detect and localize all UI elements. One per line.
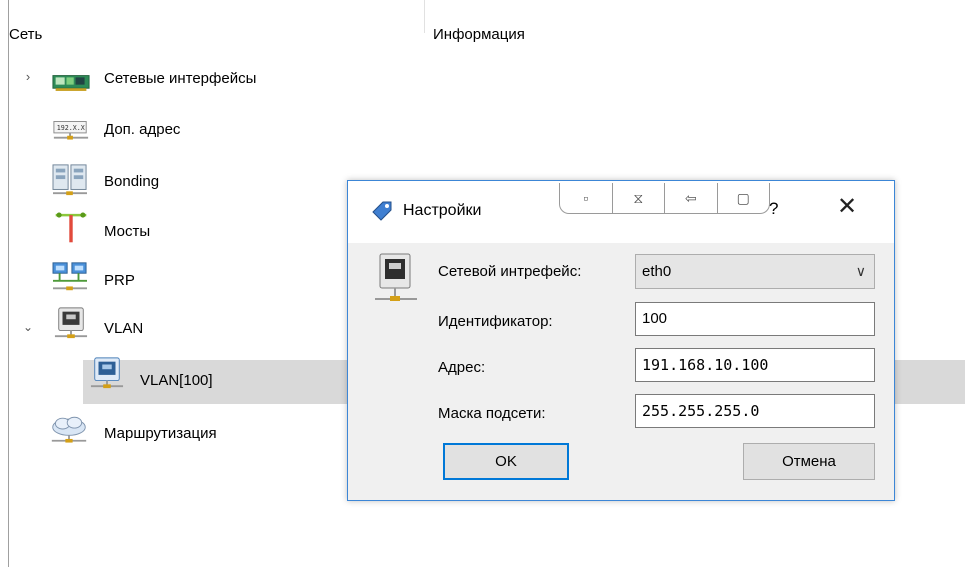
close-button[interactable]: ✕	[837, 193, 857, 221]
mask-label: Маска подсети:	[438, 405, 546, 422]
ip-address-icon: 192.X.X	[53, 121, 89, 140]
id-label: Идентификатор:	[438, 313, 553, 330]
interface-label: Сетевой интрефейс:	[438, 263, 582, 280]
column-header-network[interactable]: Сеть	[9, 26, 42, 44]
network-card-icon	[52, 75, 90, 91]
tree-item-label: VLAN[100]	[140, 372, 213, 389]
expand-arrow-icon[interactable]: ›	[21, 69, 35, 84]
tree-item-label: Маршрутизация	[104, 425, 217, 442]
undock-icon[interactable]: ⇦	[665, 183, 718, 213]
tree-item-label: PRP	[104, 272, 135, 289]
network-interface-icon	[375, 253, 417, 301]
minimize-icon[interactable]: ▫	[560, 183, 613, 213]
prp-icon	[52, 262, 87, 291]
vlan-icon	[90, 357, 124, 389]
help-button[interactable]: ?	[769, 198, 778, 220]
address-field[interactable]: 191.168.10.100	[635, 348, 875, 382]
interface-select[interactable]: eth0 ∨	[635, 254, 875, 289]
tree-item-label: Мосты	[104, 223, 151, 240]
address-label: Адрес:	[438, 359, 486, 376]
routing-cloud-icon	[51, 416, 87, 443]
cancel-button[interactable]: Отмена	[743, 443, 875, 480]
chevron-down-icon: ∨	[855, 263, 866, 279]
window-controls-group: ▫ ⧖ ⇦ ▢	[559, 183, 770, 214]
dialog-title: Настройки	[403, 202, 482, 219]
column-separator[interactable]	[424, 0, 425, 33]
dialog-titlebar[interactable]: Настройки ▫ ⧖ ⇦ ▢ ? ✕	[348, 181, 894, 243]
tree-left-border	[8, 0, 9, 567]
maximize-icon[interactable]: ▢	[718, 183, 770, 213]
tree-item-label: VLAN	[104, 320, 144, 337]
bridge-icon	[55, 212, 87, 243]
vlan-icon	[54, 307, 88, 339]
collapse-arrow-icon[interactable]: ⌄	[21, 320, 35, 334]
pin-icon[interactable]: ⧖	[613, 183, 665, 213]
mask-field[interactable]: 255.255.255.0	[635, 394, 875, 428]
bonding-icon	[52, 164, 87, 196]
interface-select-value: eth0	[642, 263, 672, 280]
ok-button[interactable]: OK	[443, 443, 569, 480]
column-header-info[interactable]: Информация	[433, 26, 525, 44]
svg-text:192.X.X: 192.X.X	[57, 124, 85, 132]
tree-item-label: Сетевые интерфейсы	[104, 70, 257, 87]
tree-item-label: Доп. адрес	[104, 121, 181, 138]
id-field[interactable]: 100	[635, 302, 875, 336]
main-window: Сеть Информация › Сетевые интерфейсы 192…	[0, 0, 965, 567]
settings-dialog: Настройки ▫ ⧖ ⇦ ▢ ? ✕ Сетевой интрефейс:…	[347, 180, 895, 501]
tree-item-label: Bonding	[104, 173, 160, 190]
settings-tag-icon	[372, 201, 392, 221]
